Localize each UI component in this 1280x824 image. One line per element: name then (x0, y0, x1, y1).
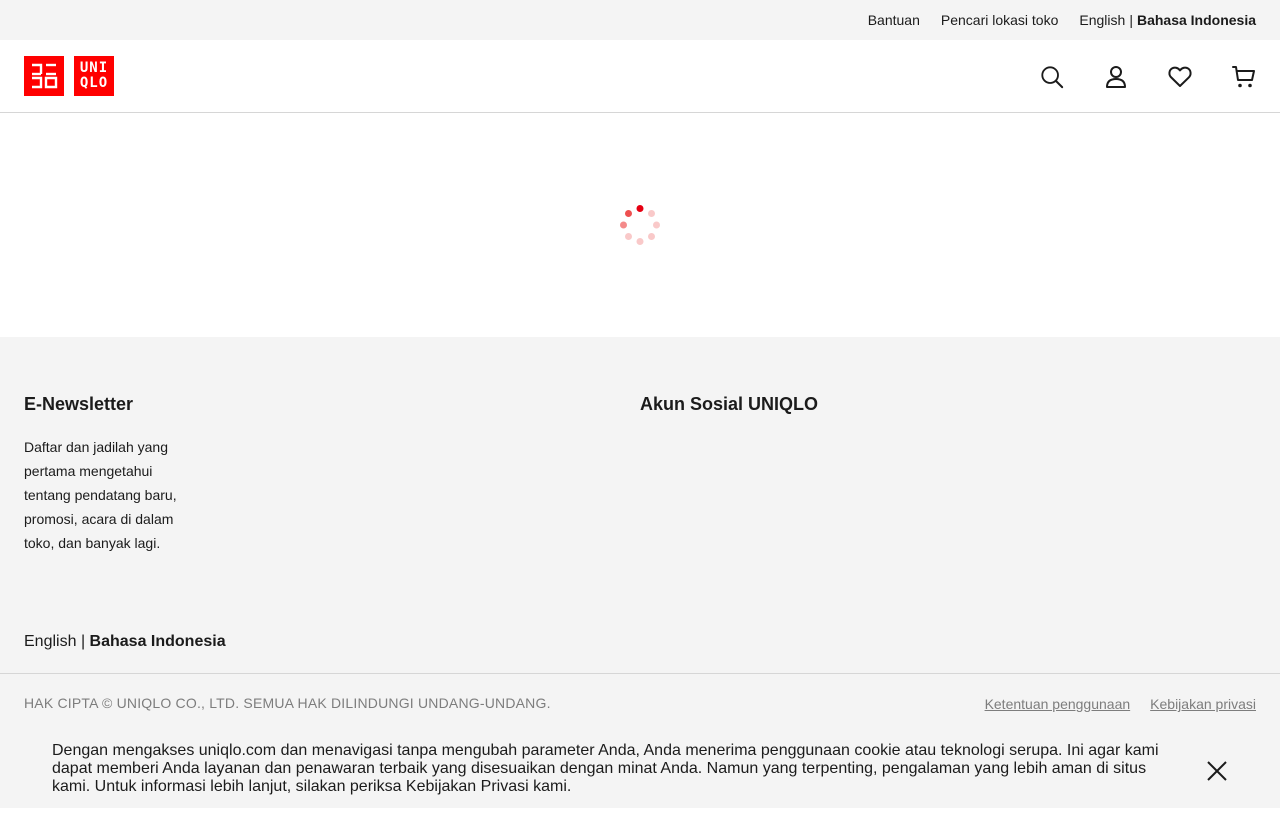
site-header: UNI QLO (0, 40, 1280, 113)
page-bottom-strip (0, 808, 1280, 824)
main-content (0, 113, 1280, 337)
cookie-banner-text: Dengan mengakses uniqlo.com dan menaviga… (52, 742, 1159, 795)
footer-language-indonesian-link[interactable]: Bahasa Indonesia (90, 633, 226, 650)
uniqlo-logo[interactable]: UNI QLO (24, 56, 114, 96)
spinner-icon (620, 205, 660, 245)
footer-language-separator: | (80, 633, 86, 650)
search-icon[interactable] (1040, 64, 1064, 90)
language-indonesian-link[interactable]: Bahasa Indonesia (1137, 11, 1256, 29)
terms-of-use-link[interactable]: Ketentuan penggunaan (985, 695, 1131, 713)
logo-katakana-box (24, 56, 64, 96)
newsletter-title: E-Newsletter (24, 394, 134, 414)
privacy-policy-link[interactable]: Kebijakan privasi (1150, 695, 1256, 713)
social-accounts-title: Akun Sosial UNIQLO (640, 394, 819, 414)
logo-text-box: UNI QLO (74, 56, 114, 96)
wishlist-heart-icon[interactable] (1168, 64, 1192, 90)
copyright-text: HAK CIPTA © UNIQLO CO., LTD. SEMUA HAK D… (24, 695, 551, 711)
language-english-link[interactable]: English (1079, 11, 1125, 29)
footer-divider (0, 673, 1280, 674)
footer-language-switcher: English | Bahasa Indonesia (24, 632, 226, 652)
store-locator-link[interactable]: Pencari lokasi toko (941, 11, 1059, 29)
logo-katakana-mark (32, 63, 58, 89)
utility-bar: Bantuan Pencari lokasi toko English | Ba… (0, 0, 1280, 40)
close-icon[interactable] (1205, 759, 1229, 783)
account-icon[interactable] (1104, 64, 1128, 90)
cart-icon[interactable] (1232, 64, 1256, 90)
header-icons (1040, 64, 1256, 90)
logo-text-line2: QLO (79, 75, 109, 91)
logo-text-line1: UNI (79, 60, 109, 76)
cookie-banner: Dengan mengakses uniqlo.com dan menaviga… (0, 728, 1280, 808)
footer-language-english-link[interactable]: English (24, 633, 76, 650)
utility-links: Bantuan Pencari lokasi toko English | Ba… (868, 11, 1256, 29)
newsletter-description: Daftar dan jadilah yang pertama mengetah… (24, 439, 177, 551)
language-separator: | (1129, 12, 1133, 28)
help-link[interactable]: Bantuan (868, 11, 920, 29)
legal-links: Ketentuan penggunaan Kebijakan privasi (985, 695, 1256, 713)
